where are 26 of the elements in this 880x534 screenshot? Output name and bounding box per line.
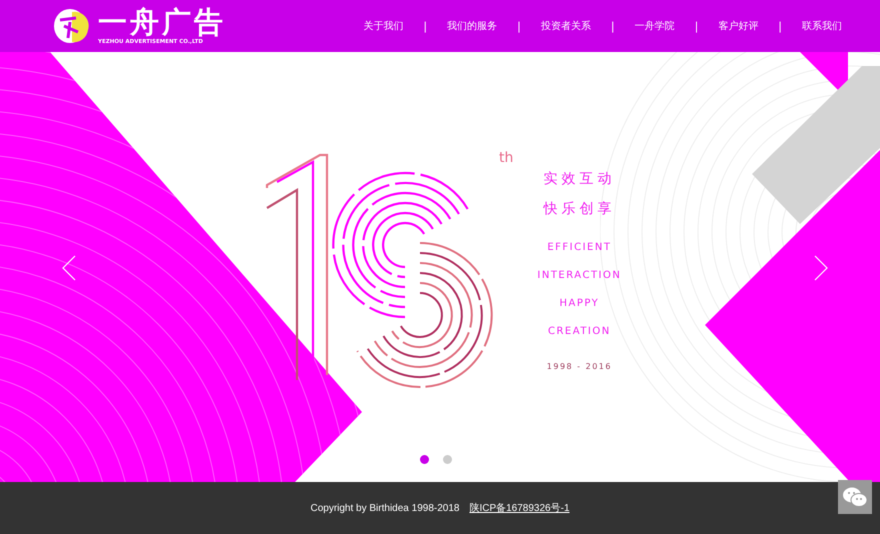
- english-text: EFFICIENT: [547, 241, 612, 255]
- superscript-text: th: [499, 150, 514, 166]
- slide-dot[interactable]: [443, 455, 452, 464]
- nav-separator: |: [778, 20, 782, 32]
- english-text: INTERACTION: [537, 269, 622, 283]
- nav-link[interactable]: 投资者关系: [520, 19, 611, 33]
- nav-link[interactable]: 联系我们: [782, 19, 862, 33]
- nav-link[interactable]: 客户好评: [698, 19, 778, 33]
- nav-separator: |: [610, 20, 615, 32]
- english-text: HAPPY: [559, 297, 600, 311]
- slogan-text: 快乐创享: [543, 200, 616, 219]
- icp-link[interactable]: 陕ICP备16789326号-1: [469, 501, 570, 515]
- english-text: CREATION: [548, 325, 611, 339]
- chat-bubbles-icon: [842, 486, 868, 508]
- years-text: 1998 - 2016: [546, 362, 612, 371]
- nav-separator: |: [517, 20, 521, 32]
- slide-dot[interactable]: [420, 455, 429, 464]
- logo-title: 一舟广告: [98, 6, 226, 38]
- nav-separator: |: [423, 20, 428, 32]
- nav-link[interactable]: 我们的服务: [427, 19, 518, 33]
- copyright-text: Copyright by Birthidea 1998-2018: [310, 502, 460, 514]
- nav-link[interactable]: 一舟学院: [614, 19, 695, 33]
- wechat-button[interactable]: [838, 480, 872, 514]
- slogan-text: 实效互动: [543, 170, 616, 189]
- nav-link[interactable]: 关于我们: [343, 19, 424, 33]
- nav-separator: |: [694, 20, 698, 32]
